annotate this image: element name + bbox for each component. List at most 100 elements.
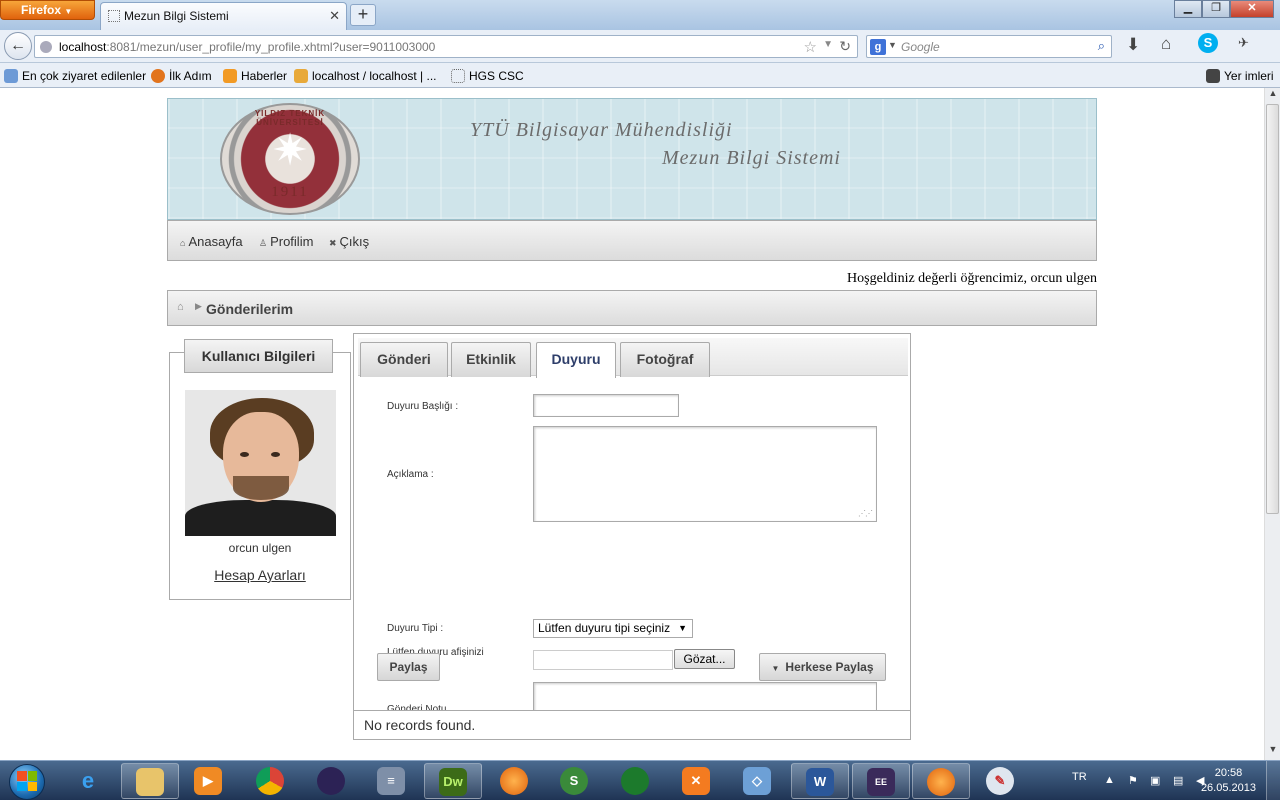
new-tab-button[interactable]: +	[350, 4, 376, 26]
firefox-active-icon[interactable]	[912, 763, 970, 799]
network-icon[interactable]: ▤	[1173, 774, 1186, 787]
scroll-up-icon[interactable]: ▲	[1265, 88, 1280, 104]
description-label: Açıklama :	[387, 469, 434, 480]
browse-button[interactable]: Gözat...	[674, 649, 735, 669]
app-leaf-icon[interactable]	[607, 763, 665, 799]
file-explorer-icon[interactable]	[121, 763, 179, 799]
page-icon	[451, 69, 465, 83]
firefox-icon	[151, 69, 165, 83]
account-settings-link[interactable]: Hesap Ayarları	[170, 567, 350, 583]
tab-title: Mezun Bilgi Sistemi	[124, 9, 229, 23]
action-center-icon[interactable]: ⚑	[1128, 774, 1141, 787]
dreamweaver-icon[interactable]: Dw	[424, 763, 482, 799]
firefox-icon[interactable]	[486, 763, 544, 799]
scrollbar-thumb[interactable]	[1266, 104, 1279, 514]
rss-icon	[223, 69, 237, 83]
main-menu: ⌂ Anasayfa ♙ Profilim ✖ Çıkış	[167, 220, 1097, 261]
url-bar[interactable]: localhost:8081/mezun/user_profile/my_pro…	[34, 35, 858, 58]
site-identity-icon[interactable]	[40, 41, 52, 53]
chevron-right-icon: ▶	[195, 301, 202, 311]
minimize-button[interactable]: ▁	[1174, 0, 1202, 18]
most-visited-icon	[4, 69, 18, 83]
addon-icon[interactable]: ✈	[1238, 35, 1249, 51]
menu-logout[interactable]: ✖ Çıkış	[329, 234, 369, 249]
bookmark-hgs[interactable]: HGS CSC	[451, 69, 524, 83]
tab-header: Gönderi Etkinlik Duyuru Fotoğraf	[358, 338, 908, 378]
clock-time: 20:58	[1214, 767, 1243, 779]
welcome-text: Hoşgeldiniz değerli öğrencimiz, orcun ul…	[847, 271, 1097, 286]
menu-home[interactable]: ⌂ Anasayfa	[180, 234, 243, 249]
user-name: orcun ulgen	[228, 541, 292, 555]
device-icon[interactable]: ▣	[1150, 774, 1163, 787]
app-s-icon[interactable]: S	[546, 763, 604, 799]
seal-arc-text: YILDIZ TEKNİK ÜNİVERSİTESİ	[254, 109, 326, 127]
page-viewport: YILDIZ TEKNİK ÜNİVERSİTESİ ✷ 1911 YTÜ Bi…	[0, 88, 1264, 760]
download-icon[interactable]: ⬇	[1126, 35, 1140, 55]
windows-logo-icon	[17, 771, 37, 791]
navigation-toolbar: ← localhost:8081/mezun/user_profile/my_p…	[0, 30, 1280, 63]
share-button[interactable]: Paylaş	[377, 653, 440, 681]
scroll-down-icon[interactable]: ▼	[1265, 744, 1280, 760]
firefox-menu-button[interactable]: Firefox ▼	[0, 0, 95, 20]
engine-dropdown-icon[interactable]: ▼	[888, 40, 897, 50]
announcement-title-input[interactable]	[533, 394, 679, 417]
bookmark-most-visited[interactable]: En çok ziyaret edilenler	[4, 69, 146, 83]
tab-photo[interactable]: Fotoğraf	[620, 342, 710, 377]
reload-icon[interactable]: ↻	[839, 38, 851, 55]
user-panel-title: Kullanıcı Bilgileri	[184, 339, 333, 373]
bookmark-phpmyadmin[interactable]: localhost / localhost | ...	[294, 69, 437, 83]
clock[interactable]: 20:58 26.05.2013	[1201, 766, 1256, 796]
google-icon[interactable]: g	[870, 39, 886, 55]
poster-file-input[interactable]	[533, 650, 673, 670]
word-icon[interactable]: W	[791, 763, 849, 799]
bookmark-news[interactable]: Haberler	[223, 69, 287, 83]
back-button[interactable]: ←	[4, 32, 32, 60]
announcement-type-select[interactable]: Lütfen duyuru tipi seçiniz ▼	[533, 619, 693, 638]
eclipse-icon[interactable]	[303, 763, 361, 799]
post-tabview: Gönderi Etkinlik Duyuru Fotoğraf Duyuru …	[353, 333, 911, 738]
close-tab-icon[interactable]: ✕	[329, 8, 340, 24]
tab-announcement[interactable]: Duyuru	[536, 342, 616, 378]
url-dropdown-icon[interactable]: ▼	[823, 39, 833, 50]
chevron-down-icon: ▼	[678, 623, 687, 633]
home-icon[interactable]: ⌂	[177, 301, 184, 313]
browser-tab[interactable]: Mezun Bilgi Sistemi ✕	[100, 2, 347, 30]
chrome-icon[interactable]	[242, 763, 300, 799]
database-icon[interactable]: ≡	[363, 763, 421, 799]
skype-icon[interactable]: S	[1198, 33, 1218, 53]
menu-profile[interactable]: ♙ Profilim	[259, 234, 313, 249]
chevron-down-icon: ▼	[771, 664, 780, 673]
bookmarks-menu[interactable]: Yer imleri	[1206, 69, 1274, 83]
virtualbox-icon[interactable]: ◇	[729, 763, 787, 799]
home-icon[interactable]: ⌂	[1161, 34, 1171, 54]
search-icon[interactable]: ⌕	[1098, 38, 1105, 54]
seal-year: 1911	[271, 184, 309, 200]
search-bar[interactable]: g ▼ Google ⌕	[866, 35, 1112, 58]
description-textarea[interactable]: ⋰⋰	[533, 426, 877, 522]
media-player-icon[interactable]: ▶	[180, 763, 238, 799]
url-text[interactable]: localhost:8081/mezun/user_profile/my_pro…	[59, 40, 435, 54]
language-indicator[interactable]: TR	[1072, 771, 1087, 783]
tab-event[interactable]: Etkinlik	[451, 342, 531, 377]
xampp-icon[interactable]: ✕	[668, 763, 726, 799]
bookmark-first-step[interactable]: İlk Adım	[151, 69, 212, 83]
records-message: No records found.	[353, 710, 911, 740]
close-window-button[interactable]: ✕	[1230, 0, 1274, 18]
page-scrollbar[interactable]: ▲ ▼	[1264, 88, 1280, 760]
java-ee-ide-icon[interactable]: EE	[852, 763, 910, 799]
breadcrumb: ⌂ ▶ Gönderilerim	[167, 290, 1097, 326]
share-all-button[interactable]: ▼ Herkese Paylaş	[759, 653, 886, 681]
paint-icon[interactable]: ✎	[972, 763, 1030, 799]
bookmark-star-icon	[1206, 69, 1220, 83]
maximize-button[interactable]: ❐	[1202, 0, 1230, 18]
tab-post[interactable]: Gönderi	[360, 342, 448, 377]
show-desktop-button[interactable]	[1266, 761, 1280, 801]
internet-explorer-icon[interactable]: e	[60, 763, 118, 799]
start-button[interactable]	[2, 762, 52, 800]
search-placeholder: Google	[901, 40, 940, 54]
user-icon: ♙	[259, 238, 268, 248]
bookmark-star-icon[interactable]: ☆	[804, 38, 817, 56]
window-controls: ▁ ❐ ✕	[1174, 0, 1274, 18]
show-hidden-icons-icon[interactable]: ▲	[1104, 774, 1117, 787]
resize-grip-icon[interactable]: ⋰⋰	[858, 509, 873, 518]
